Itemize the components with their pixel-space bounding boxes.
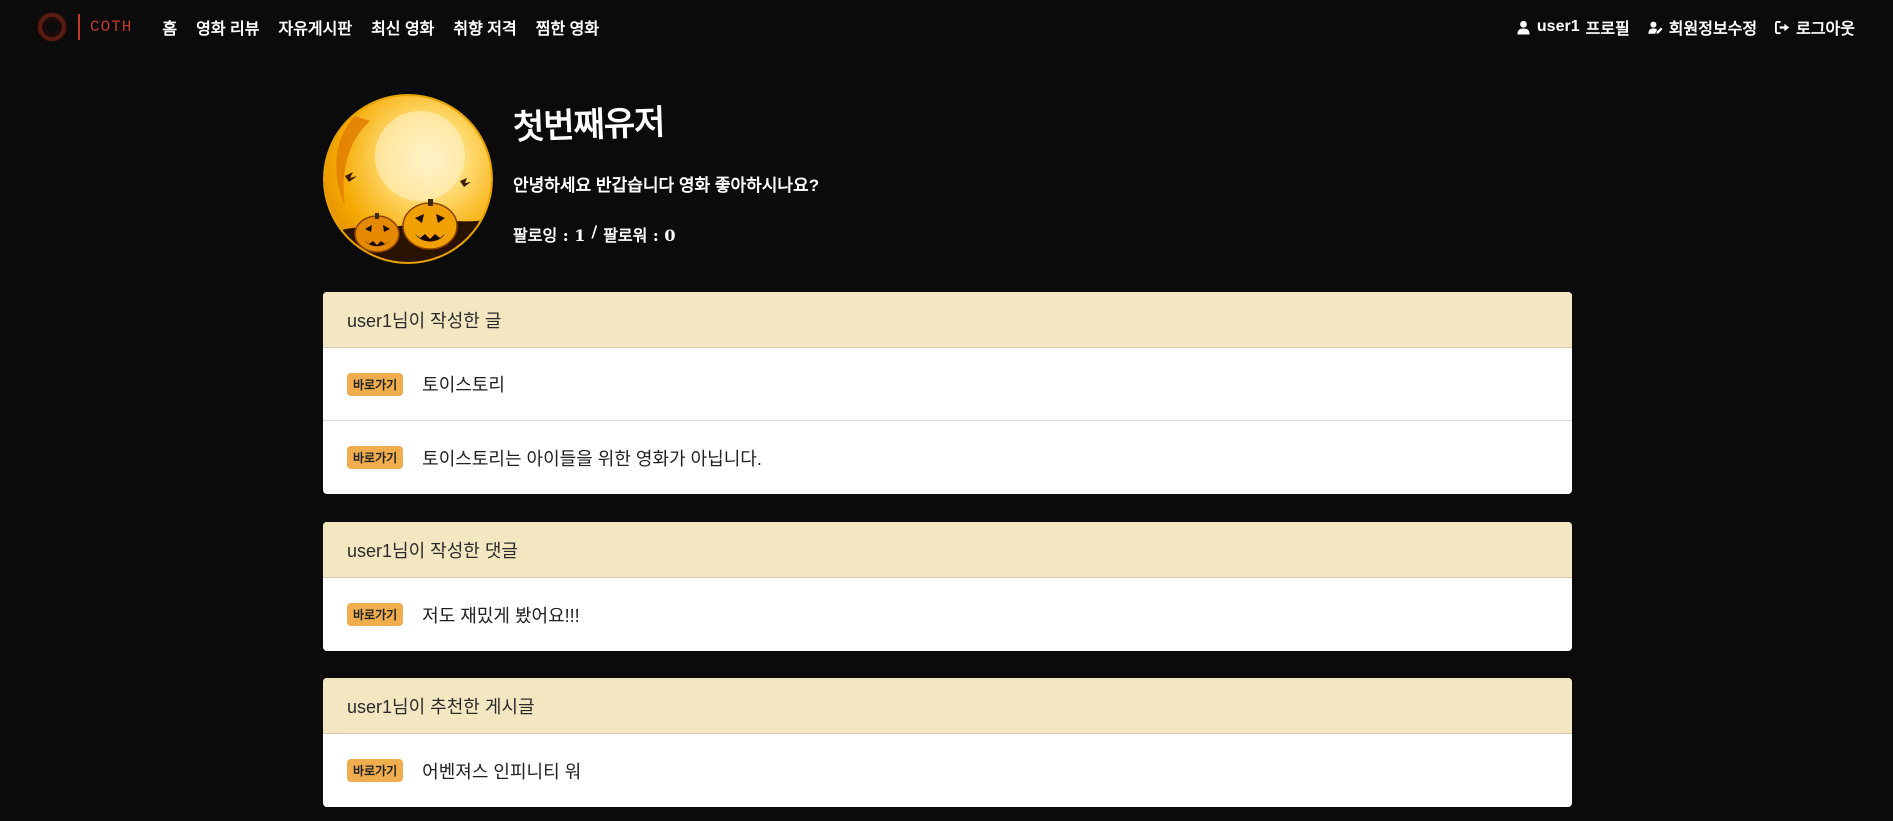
profile-bio: 안녕하세요 반갑습니다 영화 좋아하시나요? [513, 176, 820, 195]
following-count[interactable]: 팔로잉 : 1 [513, 222, 585, 246]
edit-member-link[interactable]: 회원정보수정 [1648, 15, 1757, 39]
edit-member-label: 회원정보수정 [1668, 21, 1758, 38]
post-title: 토이스토리는 아이들을 위한 영화가 아닙니다. [422, 448, 762, 469]
user-nav: user1 프로필 회원정보수정 로그아웃 [1516, 15, 1855, 39]
brand-text: COTH [90, 18, 133, 36]
logo-ring-icon [38, 13, 66, 41]
written-posts-card: user1님이 작성한 글 바로가기 토이스토리 바로가기 토이스토리는 아이들… [323, 292, 1572, 494]
nav-link-latest-movies[interactable]: 최신 영화 [371, 15, 434, 39]
post-title: 토이스토리 [422, 375, 505, 395]
card-header: user1님이 작성한 글 [323, 292, 1572, 348]
brand[interactable]: COTH [38, 13, 132, 41]
logout-label: 로그아웃 [1796, 21, 1855, 38]
go-to-button[interactable]: 바로가기 [347, 759, 404, 782]
logout-link[interactable]: 로그아웃 [1775, 15, 1855, 39]
profile-username: user1 [1536, 18, 1580, 35]
profile-section: 첫번째유저 안녕하세요 반갑습니다 영화 좋아하시나요? 팔로잉 : 1 / 팔… [323, 94, 819, 264]
recommended-posts-card: user1님이 추천한 게시글 바로가기 어벤져스 인피니티 워 [323, 678, 1572, 807]
nav-link-movie-reviews[interactable]: 영화 리뷰 [196, 15, 259, 39]
list-item: 바로가기 어벤져스 인피니티 워 [323, 734, 1572, 807]
nav-link-bookmarked[interactable]: 찜한 영화 [536, 15, 599, 39]
follow-stats: 팔로잉 : 1 / 팔로워 : 0 [513, 222, 819, 246]
card-header: user1님이 작성한 댓글 [323, 522, 1572, 578]
user-edit-icon [1648, 20, 1663, 35]
written-comments-card: user1님이 작성한 댓글 바로가기 저도 재밌게 봤어요!!! [323, 522, 1572, 651]
user-icon [1516, 20, 1531, 35]
post-title: 어벤져스 인피니티 워 [422, 761, 582, 782]
sign-out-icon [1775, 20, 1790, 35]
followers-count[interactable]: 팔로워 : 0 [603, 222, 675, 246]
profile-name: 첫번째유저 [512, 102, 666, 148]
halloween-moon-pumpkin-image [325, 111, 491, 262]
card-header: user1님이 추천한 게시글 [323, 678, 1572, 734]
top-navbar: COTH 홈 영화 리뷰 자유게시판 최신 영화 취향 저격 찜한 영화 use… [0, 0, 1893, 54]
nav-link-home[interactable]: 홈 [162, 15, 177, 39]
go-to-button[interactable]: 바로가기 [347, 372, 404, 396]
go-to-button[interactable]: 바로가기 [347, 446, 404, 469]
profile-info: 첫번째유저 안녕하세요 반갑습니다 영화 좋아하시나요? 팔로잉 : 1 / 팔… [512, 94, 820, 246]
nav-link-taste[interactable]: 취향 저격 [453, 15, 516, 39]
follow-separator: / [591, 222, 598, 241]
profile-link[interactable]: user1 프로필 [1516, 15, 1630, 39]
comment-text: 저도 재밌게 봤어요!!! [422, 605, 580, 626]
list-item: 바로가기 저도 재밌게 봤어요!!! [323, 578, 1572, 651]
go-to-button[interactable]: 바로가기 [347, 603, 404, 626]
avatar [323, 94, 493, 264]
brand-divider [78, 14, 80, 40]
list-item: 바로가기 토이스토리는 아이들을 위한 영화가 아닙니다. [323, 421, 1572, 494]
main-nav: 홈 영화 리뷰 자유게시판 최신 영화 취향 저격 찜한 영화 [162, 15, 599, 39]
nav-link-free-board[interactable]: 자유게시판 [278, 15, 352, 39]
list-item: 바로가기 토이스토리 [323, 348, 1572, 421]
profile-label: 프로필 [1585, 21, 1630, 38]
